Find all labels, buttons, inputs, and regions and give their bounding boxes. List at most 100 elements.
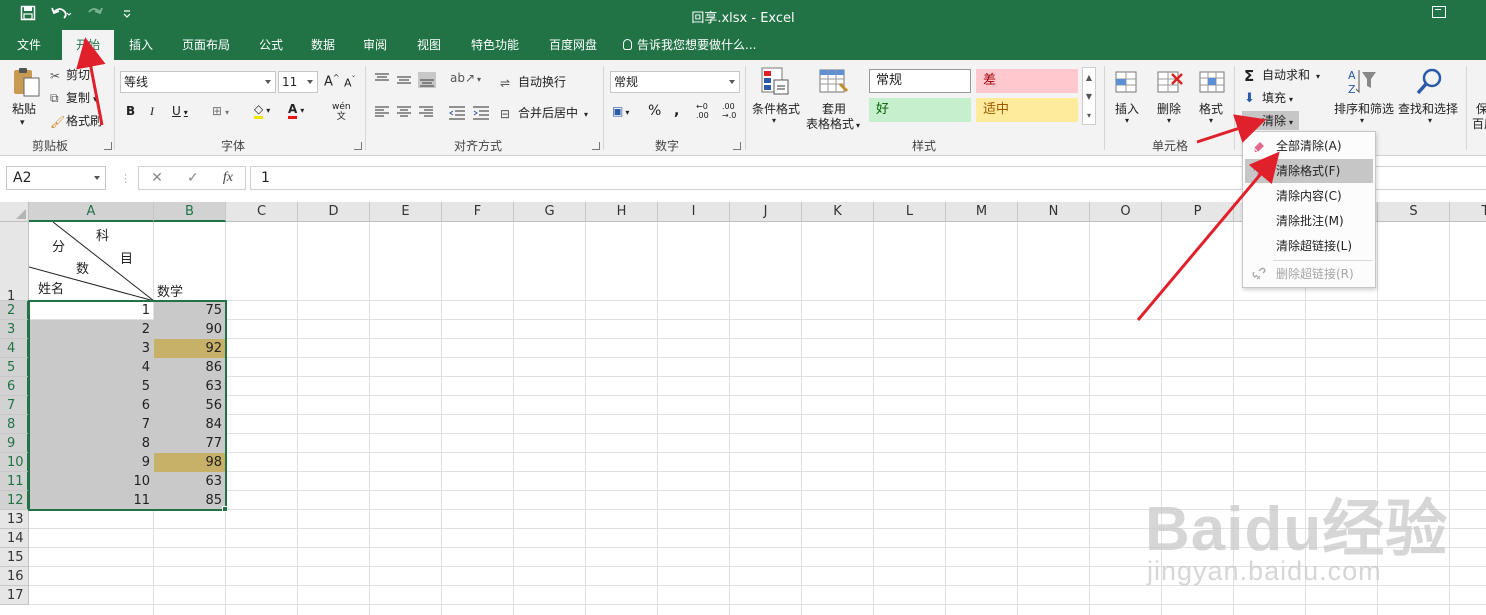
row-header-17[interactable]: 17 <box>0 586 29 605</box>
paste-button[interactable]: 粘贴 <box>12 100 36 117</box>
percent-icon[interactable]: % <box>648 103 661 119</box>
format-painter-button[interactable]: 🖌格式刷 <box>50 112 102 129</box>
fill-handle[interactable] <box>222 506 228 512</box>
italic-icon[interactable]: I <box>150 104 154 119</box>
tab-home[interactable]: 开始 <box>62 30 114 60</box>
styles-gallery-scroll[interactable]: ▲ ▼ ▾ <box>1082 67 1096 125</box>
alignment-launcher-icon[interactable] <box>592 142 600 150</box>
tab-baidu-netdisk[interactable]: 百度网盘 <box>540 30 606 60</box>
restore-window-icon[interactable] <box>1432 6 1446 18</box>
row-header-8[interactable]: 8 <box>0 415 29 434</box>
format-cells-button[interactable]: 格式 <box>1199 100 1223 117</box>
row-header-4[interactable]: 4 <box>0 339 29 358</box>
font-name-combo[interactable]: 等线 <box>120 71 276 93</box>
find-select-icon[interactable] <box>1414 66 1446 98</box>
column-header-m[interactable]: M <box>946 202 1018 222</box>
tab-formulas[interactable]: 公式 <box>250 30 292 60</box>
conditional-format-dropdown-icon[interactable]: ▾ <box>772 116 776 125</box>
tab-page-layout[interactable]: 页面布局 <box>172 30 240 60</box>
row-header-9[interactable]: 9 <box>0 434 29 453</box>
format-cells-icon[interactable] <box>1196 66 1228 98</box>
column-header-g[interactable]: G <box>514 202 586 222</box>
wrap-text-button[interactable]: ⇌ 自动换行 <box>500 73 566 90</box>
borders-icon[interactable]: ⊞ ▾ <box>212 104 229 118</box>
format-as-table-icon[interactable] <box>818 66 850 98</box>
enter-icon[interactable]: ✓ <box>187 170 199 186</box>
name-box[interactable]: A2 <box>6 166 106 190</box>
paste-dropdown-icon[interactable]: ▾ <box>20 118 25 128</box>
style-bad[interactable]: 差 <box>976 69 1078 93</box>
delete-cells-icon[interactable] <box>1154 66 1186 98</box>
accounting-format-icon[interactable]: ▣ ▾ <box>612 104 629 118</box>
tab-file[interactable]: 文件 <box>6 30 52 60</box>
font-launcher-icon[interactable] <box>354 142 362 150</box>
menu-clear-all[interactable]: 全部清除(A) <box>1245 134 1373 158</box>
menu-clear-formats[interactable]: % 清除格式(F) <box>1245 159 1373 183</box>
autosum-button[interactable]: Σ 自动求和 ▾ <box>1244 66 1320 85</box>
column-header-p[interactable]: P <box>1162 202 1234 222</box>
column-header-o[interactable]: O <box>1090 202 1162 222</box>
insert-cells-icon[interactable] <box>1112 66 1144 98</box>
fill-color-icon[interactable]: ◇ ▾ <box>254 102 270 119</box>
delete-dropdown-icon[interactable]: ▾ <box>1167 116 1171 125</box>
row-header-7[interactable]: 7 <box>0 396 29 415</box>
select-all-corner[interactable] <box>0 202 29 222</box>
tab-insert[interactable]: 插入 <box>120 30 162 60</box>
column-header-h[interactable]: H <box>586 202 658 222</box>
bold-icon[interactable]: B <box>126 104 135 118</box>
row-header-12[interactable]: 12 <box>0 491 29 510</box>
conditional-format-icon[interactable] <box>760 66 792 98</box>
insert-dropdown-icon[interactable]: ▾ <box>1125 116 1129 125</box>
format-as-table-button[interactable]: 表格格式 ▾ <box>806 115 860 132</box>
increase-decimal-icon[interactable]: ←0.00 <box>696 102 709 120</box>
row-header-15[interactable]: 15 <box>0 548 29 567</box>
row-header-11[interactable]: 11 <box>0 472 29 491</box>
menu-clear-hyperlinks[interactable]: 清除超链接(L) <box>1245 234 1373 258</box>
row-header-1[interactable]: 1 <box>0 222 29 304</box>
column-header-s[interactable]: S <box>1378 202 1450 222</box>
grow-font-icon[interactable]: A^ <box>324 73 340 89</box>
font-color-icon[interactable]: A ▾ <box>288 102 304 119</box>
row-header-14[interactable]: 14 <box>0 529 29 548</box>
merge-center-button[interactable]: ⊟ 合并后居中 ▾ <box>500 104 588 121</box>
style-neutral[interactable]: 适中 <box>976 98 1078 122</box>
sort-filter-button[interactable]: 排序和筛选 <box>1334 100 1394 117</box>
column-header-i[interactable]: I <box>658 202 730 222</box>
column-header-l[interactable]: L <box>874 202 946 222</box>
style-good[interactable]: 好 <box>869 98 971 122</box>
tell-me-search[interactable]: 告诉我您想要做什么... <box>623 30 756 60</box>
ribbon-extra-2[interactable]: 百度 <box>1472 115 1486 132</box>
find-dropdown-icon[interactable]: ▾ <box>1428 116 1432 125</box>
menu-clear-contents[interactable]: 清除内容(C) <box>1245 184 1373 208</box>
decrease-decimal-icon[interactable]: .00 →.0 <box>722 102 736 120</box>
cut-button[interactable]: ✂ 剪切 <box>50 66 90 83</box>
column-header-t[interactable]: T <box>1450 202 1486 222</box>
sort-filter-icon[interactable]: AZ <box>1346 66 1378 98</box>
tab-special[interactable]: 特色功能 <box>462 30 528 60</box>
row-header-5[interactable]: 5 <box>0 358 29 377</box>
shrink-font-icon[interactable]: Aˇ <box>344 75 356 90</box>
tab-view[interactable]: 视图 <box>408 30 450 60</box>
row-header-13[interactable]: 13 <box>0 510 29 529</box>
clipboard-launcher-icon[interactable] <box>104 142 112 150</box>
delete-cells-button[interactable]: 删除 <box>1157 100 1181 117</box>
column-header-k[interactable]: K <box>802 202 874 222</box>
column-header-a[interactable]: A <box>29 202 154 222</box>
column-header-c[interactable]: C <box>226 202 298 222</box>
tab-review[interactable]: 审阅 <box>354 30 396 60</box>
sort-dropdown-icon[interactable]: ▾ <box>1360 116 1364 125</box>
column-header-d[interactable]: D <box>298 202 370 222</box>
number-format-combo[interactable]: 常规 <box>610 71 740 93</box>
font-size-combo[interactable]: 11 <box>278 71 318 93</box>
orientation-icon[interactable]: ab↗ ▾ <box>450 71 481 85</box>
column-header-f[interactable]: F <box>442 202 514 222</box>
comma-style-icon[interactable]: , <box>674 103 679 119</box>
clear-button[interactable]: ◆ 清除 ▾ <box>1242 111 1300 130</box>
find-select-button[interactable]: 查找和选择 <box>1398 100 1458 117</box>
format-dropdown-icon[interactable]: ▾ <box>1209 116 1213 125</box>
underline-icon[interactable]: U ▾ <box>172 104 188 118</box>
column-header-e[interactable]: E <box>370 202 442 222</box>
tab-data[interactable]: 数据 <box>302 30 344 60</box>
insert-function-icon[interactable]: fx <box>223 170 233 186</box>
copy-button[interactable]: ⧉ 复制 ▾ <box>50 89 98 106</box>
